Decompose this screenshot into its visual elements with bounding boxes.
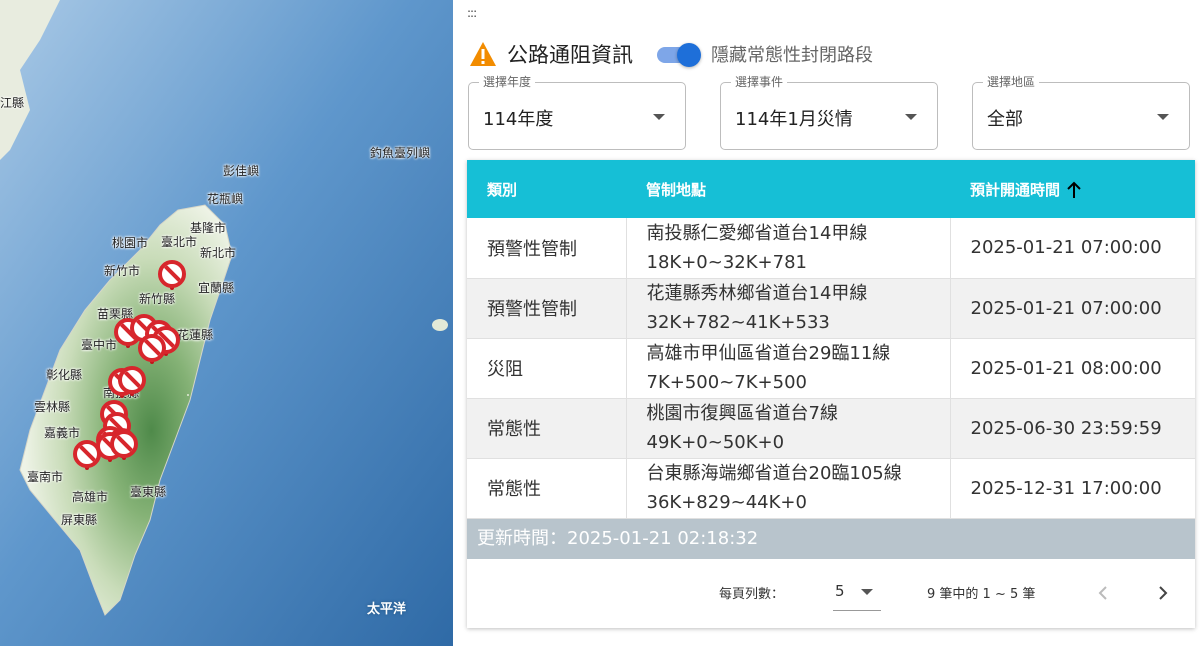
table-header-row: 類別 管制地點 預計開通時間 bbox=[467, 160, 1195, 218]
road-closure-marker[interactable] bbox=[118, 366, 146, 396]
column-header-eta-label: 預計開通時間 bbox=[970, 180, 1061, 199]
cell-category: 預警性管制 bbox=[467, 218, 627, 279]
toggle-label: 隱藏常態性封閉路段 bbox=[711, 45, 873, 66]
cell-category: 預警性管制 bbox=[467, 278, 627, 339]
previous-page-button[interactable] bbox=[1087, 577, 1119, 609]
cell-location: 高雄市甲仙區省道台29臨11線 7K+500~7K+500 bbox=[626, 338, 951, 399]
map-label-taichung-city: 臺中市 bbox=[81, 338, 118, 352]
chevron-down-icon bbox=[1157, 114, 1169, 120]
event-select-value: 114年1月災情 bbox=[735, 109, 853, 130]
map-basemap bbox=[0, 0, 453, 646]
cell-location-road: 南投縣仁愛鄉省道台14甲線 bbox=[646, 222, 868, 244]
map-label-chiayi-city: 嘉義市 bbox=[44, 426, 81, 440]
map-label-hsinchu-county: 新竹縣 bbox=[139, 292, 176, 306]
map-label-taoyuan-city: 桃園市 bbox=[112, 236, 149, 250]
chevron-down-icon bbox=[653, 114, 665, 120]
table-row[interactable]: 災阻 高雄市甲仙區省道台29臨11線 7K+500~7K+500 2025-01-21… bbox=[467, 338, 1195, 399]
cell-category: 災阻 bbox=[467, 338, 627, 399]
region-select-value: 全部 bbox=[987, 109, 1023, 130]
map-label-lianjiang: 江縣 bbox=[0, 96, 25, 110]
cell-location-milepost: 49K+0~50K+0 bbox=[646, 432, 785, 453]
closure-table-card: 類別 管制地點 預計開通時間 預警性管制 南投縣仁愛鄉省道台14甲線 18K+0~3… bbox=[467, 160, 1195, 628]
region-select-label: 選擇地區 bbox=[983, 75, 1040, 89]
cell-location-road: 高雄市甲仙區省道台29臨11線 bbox=[646, 343, 891, 364]
chevron-left-icon bbox=[1098, 585, 1107, 600]
toggle-knob bbox=[677, 43, 701, 67]
table-row[interactable]: 預警性管制 南投縣仁愛鄉省道台14甲線 18K+0~32K+781 2025-01-2… bbox=[467, 218, 1195, 279]
region-select[interactable]: 選擇地區 全部 bbox=[972, 75, 1190, 150]
warning-icon bbox=[470, 42, 496, 66]
cell-location-milepost: 18K+0~32K+781 bbox=[646, 251, 807, 273]
cell-eta: 2025-06-30 23:59:59 bbox=[950, 398, 1195, 459]
chevron-down-icon bbox=[861, 588, 873, 595]
cell-eta: 2025-01-21 08:00:00 bbox=[950, 338, 1195, 399]
pagination-range: 9 筆中的 1 ~ 5 筆 bbox=[927, 586, 1036, 602]
panel-header: 公路通阻資訊 隱藏常態性封閉路段 bbox=[469, 38, 873, 70]
closure-table: 類別 管制地點 預計開通時間 預警性管制 南投縣仁愛鄉省道台14甲線 18K+0~3… bbox=[467, 160, 1195, 519]
map-label-huaping-islet: 花瓶嶼 bbox=[207, 192, 244, 206]
update-time-bar: 更新時間：2025-01-21 02:18:32 bbox=[467, 518, 1195, 559]
map-label-taitung-county: 臺東縣 bbox=[130, 485, 167, 499]
road-closure-marker[interactable] bbox=[110, 430, 138, 460]
event-select-label: 選擇事件 bbox=[731, 75, 788, 89]
chevron-down-icon bbox=[905, 114, 917, 120]
cell-category: 常態性 bbox=[467, 458, 627, 519]
column-header-eta[interactable]: 預計開通時間 bbox=[950, 160, 1195, 218]
no-entry-icon bbox=[118, 366, 146, 394]
map-label-yilan-county: 宜蘭縣 bbox=[198, 281, 235, 295]
cell-eta: 2025-12-31 17:00:00 bbox=[950, 458, 1195, 519]
year-select-label: 選擇年度 bbox=[479, 75, 536, 89]
map-label-yunlin-county: 雲林縣 bbox=[34, 400, 71, 414]
rows-per-page-select[interactable]: 5 bbox=[833, 579, 881, 611]
map-label-pingtung-county: 屏東縣 bbox=[61, 513, 98, 527]
cell-location-milepost: 36K+829~44K+0 bbox=[646, 492, 807, 513]
cell-location-milepost: 32K+782~41K+533 bbox=[646, 312, 830, 333]
map-label-hsinchu-city: 新竹市 bbox=[104, 264, 141, 278]
column-header-category[interactable]: 類別 bbox=[467, 160, 626, 218]
year-select-value: 114年度 bbox=[483, 109, 554, 130]
next-page-button[interactable] bbox=[1147, 577, 1179, 609]
table-row[interactable]: 常態性 台東縣海端鄉省道台20臨105線 36K+829~44K+0 2025-12-… bbox=[467, 458, 1195, 519]
cell-location-road: 台東縣海端鄉省道台20臨105線 bbox=[646, 463, 902, 484]
cell-eta: 2025-01-21 07:00:00 bbox=[950, 218, 1195, 279]
chevron-right-icon bbox=[1159, 585, 1168, 600]
road-closure-marker[interactable] bbox=[138, 334, 166, 364]
map-label-keelung-city: 基隆市 bbox=[190, 221, 227, 235]
year-select[interactable]: 選擇年度 114年度 bbox=[468, 75, 686, 150]
road-closure-panel: ::: 公路通阻資訊 隱藏常態性封閉路段 選擇年度 114年度 選擇事件 114… bbox=[453, 0, 1200, 646]
rows-per-page-label: 每頁列數： bbox=[719, 586, 785, 602]
hide-permanent-closures-toggle[interactable] bbox=[655, 41, 703, 67]
cell-category: 常態性 bbox=[467, 398, 627, 459]
no-entry-icon bbox=[158, 260, 186, 288]
table-row[interactable]: 常態性 桃園市復興區省道台7線 49K+0~50K+0 2025-06-30 23:5… bbox=[467, 398, 1195, 459]
cell-location-road: 桃園市復興區省道台7線 bbox=[646, 403, 838, 424]
road-closure-marker[interactable] bbox=[158, 260, 186, 290]
event-select[interactable]: 選擇事件 114年1月災情 bbox=[720, 75, 938, 150]
map-label-penghu-county: 彭佳嶼 bbox=[223, 164, 260, 178]
sort-ascending-icon[interactable] bbox=[1066, 181, 1082, 199]
map-label-changhua-county: 彰化縣 bbox=[46, 368, 83, 382]
map-label-kaohsiung-city: 高雄市 bbox=[72, 490, 109, 504]
panel-title: 公路通阻資訊 bbox=[507, 43, 633, 67]
no-entry-icon bbox=[138, 334, 166, 362]
column-header-location[interactable]: 管制地點 bbox=[626, 160, 950, 218]
cell-location-milepost: 7K+500~7K+500 bbox=[646, 372, 807, 393]
map-label-new-taipei-city: 新北市 bbox=[200, 246, 237, 260]
map-label-diaoyutai: 釣魚臺列嶼 bbox=[370, 146, 431, 160]
cell-location: 南投縣仁愛鄉省道台14甲線 18K+0~32K+781 bbox=[626, 218, 951, 279]
drag-handle-icon[interactable]: ::: bbox=[467, 6, 477, 20]
table-pagination: 每頁列數： 5 9 筆中的 1 ~ 5 筆 bbox=[467, 559, 1195, 629]
cell-location-road: 花蓮縣秀林鄉省道台14甲線 bbox=[646, 283, 868, 304]
cell-location: 台東縣海端鄉省道台20臨105線 36K+829~44K+0 bbox=[626, 458, 951, 519]
map-view[interactable]: 臺北市基隆市桃園市新北市新竹市新竹縣宜蘭縣苗栗縣臺中市花蓮縣彰化縣南投縣雲林縣嘉… bbox=[0, 0, 453, 646]
cell-eta: 2025-01-21 07:00:00 bbox=[950, 278, 1195, 339]
map-label-pacific-ocean: 太平洋 bbox=[367, 602, 407, 617]
map-label-hualien-county: 花蓮縣 bbox=[177, 328, 214, 342]
cell-location: 花蓮縣秀林鄉省道台14甲線 32K+782~41K+533 bbox=[626, 278, 951, 339]
table-row[interactable]: 預警性管制 花蓮縣秀林鄉省道台14甲線 32K+782~41K+533 2025-01… bbox=[467, 278, 1195, 339]
map-label-tainan-city: 臺南市 bbox=[27, 470, 64, 484]
no-entry-icon bbox=[110, 430, 138, 458]
rows-per-page-value: 5 bbox=[835, 581, 845, 600]
cell-location: 桃園市復興區省道台7線 49K+0~50K+0 bbox=[626, 398, 951, 459]
